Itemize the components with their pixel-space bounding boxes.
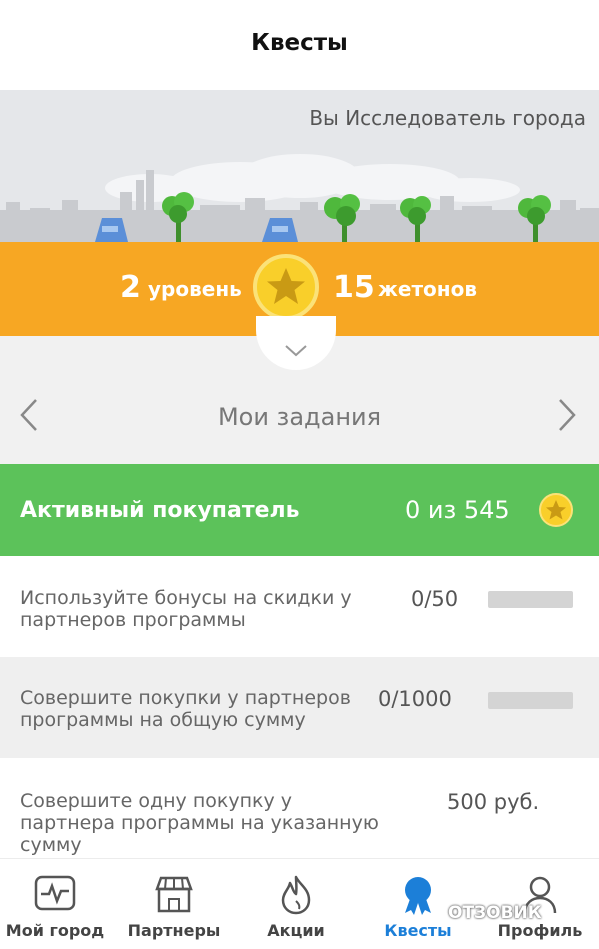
tokens-label: жетонов (378, 277, 478, 301)
tab-partners[interactable]: Партнеры (118, 859, 230, 949)
level-label: уровень (148, 277, 242, 301)
page-title: Квесты (251, 30, 348, 56)
star-coin-icon (253, 254, 319, 320)
task-description: Совершите одну покупку у партнера програ… (20, 790, 379, 856)
tab-label: Профиль (497, 921, 583, 940)
quest-name: Активный покупатель (20, 498, 300, 523)
task-row[interactable]: Используйте бонусы на скидки у партнеров… (0, 556, 599, 657)
quest-progress: 0 из 545 (405, 496, 510, 524)
tokens-number: 15 (333, 270, 375, 305)
tab-promotions[interactable]: Акции (240, 859, 352, 949)
tab-my-city[interactable]: Мой город (0, 859, 110, 949)
flame-icon (281, 875, 311, 915)
shop-icon (155, 876, 193, 913)
tab-label: Мой город (5, 921, 105, 940)
collapse-button[interactable] (256, 316, 336, 370)
chevron-down-icon (285, 345, 307, 357)
task-progress-bar (488, 591, 573, 608)
pulse-icon (34, 875, 76, 911)
tab-label: Акции (267, 921, 325, 940)
user-status-title: Вы Исследователь города (309, 106, 586, 130)
top-bar: Квесты (0, 0, 599, 90)
quest-header[interactable]: Активный покупатель 0 из 545 (0, 464, 599, 556)
city-banner: Вы Исследователь города (0, 90, 599, 242)
medal-icon (405, 877, 431, 915)
task-row[interactable]: Совершите покупки у партнеров программы … (0, 657, 599, 758)
tab-label: Квесты (384, 921, 452, 940)
task-value: 0/50 (411, 587, 459, 611)
task-row[interactable]: Совершите одну покупку у партнера програ… (0, 758, 599, 858)
task-value: 500 руб. (447, 790, 540, 814)
task-value: 0/1000 (378, 687, 452, 711)
chevron-right-icon[interactable] (556, 398, 578, 432)
tab-label: Партнеры (127, 921, 221, 940)
level-number: 2 (120, 270, 141, 305)
task-description: Совершите покупки у партнеров программы … (20, 687, 351, 731)
task-progress-bar (488, 692, 573, 709)
my-tasks-label: Мои задания (217, 403, 382, 431)
watermark-logo: ОТЗОВИК (448, 903, 542, 923)
star-coin-small-icon (539, 493, 573, 527)
task-description: Используйте бонусы на скидки у партнеров… (20, 587, 352, 631)
